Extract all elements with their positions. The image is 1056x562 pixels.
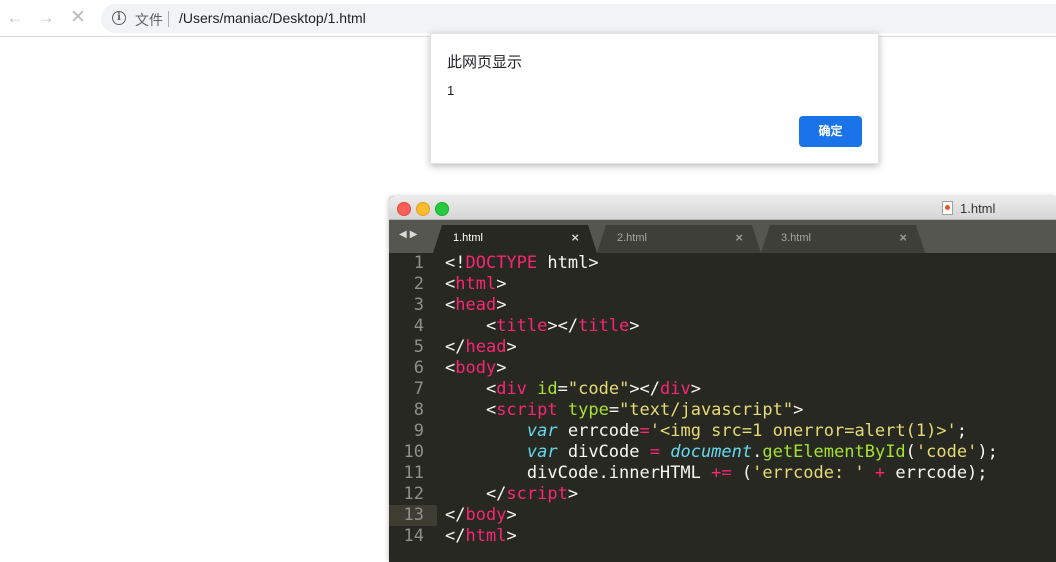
minimize-window-button[interactable] xyxy=(416,202,430,216)
close-icon[interactable]: × xyxy=(899,230,907,245)
tab-2-html[interactable]: 2.html × xyxy=(597,225,761,253)
code-line[interactable]: 13 </body> xyxy=(389,505,1056,526)
tab-label: 1.html xyxy=(453,232,483,244)
code-text: var errcode='<img src=1 onerror=alert(1)… xyxy=(526,421,968,441)
line-number: 4 xyxy=(413,316,424,336)
close-window-button[interactable] xyxy=(397,202,411,216)
line-number: 10 xyxy=(403,442,424,462)
info-icon[interactable]: i xyxy=(112,11,126,25)
code-line[interactable]: 10 var divCode = document.getElementById… xyxy=(389,442,1056,463)
code-text: var divCode = document.getElementById('c… xyxy=(526,442,998,462)
tab-navigation-arrows-icon[interactable]: ◀▶ xyxy=(399,229,420,240)
back-arrow-icon[interactable]: ← xyxy=(4,8,26,28)
editor-window: 1.html ◀▶ 1.html × 2.html × 3.html × 1 <!… xyxy=(389,196,1056,562)
zoom-window-button[interactable] xyxy=(435,202,449,216)
code-line[interactable]: 3 <head> xyxy=(389,295,1056,316)
line-number: 1 xyxy=(413,253,424,273)
code-text: <script type="text/javascript"> xyxy=(445,400,804,420)
forward-arrow-icon[interactable]: → xyxy=(35,8,57,28)
line-number: 3 xyxy=(413,295,424,315)
browser-toolbar: ← → ✕ i 文件 /Users/maniac/Desktop/1.html xyxy=(0,0,1056,37)
code-text: <html> xyxy=(445,274,507,294)
line-number: 12 xyxy=(403,484,424,504)
line-number: 7 xyxy=(413,379,424,399)
editor-window-title: 1.html xyxy=(960,201,996,216)
code-text: </script> xyxy=(445,484,579,504)
code-editor[interactable]: 1 <!DOCTYPE html> 2 <html> 3 <head> 4 <title><… xyxy=(389,253,1056,562)
code-text: <div id="code"></div> xyxy=(445,379,701,399)
code-text: </html> xyxy=(445,526,517,546)
ok-button[interactable]: 确定 xyxy=(799,116,862,147)
tab-label: 2.html xyxy=(617,232,647,244)
editor-titlebar[interactable]: 1.html xyxy=(389,196,1056,220)
line-number: 14 xyxy=(403,526,424,546)
code-line[interactable]: 5 </head> xyxy=(389,337,1056,358)
tab-3-html[interactable]: 3.html × xyxy=(761,225,925,253)
code-line[interactable]: 2 <html> xyxy=(389,274,1056,295)
line-number: 2 xyxy=(413,274,424,294)
line-number: 11 xyxy=(403,463,424,483)
code-line[interactable]: 11 divCode.innerHTML += ('errcode: ' + e… xyxy=(389,463,1056,484)
code-line[interactable]: 1 <!DOCTYPE html> xyxy=(389,253,1056,274)
tab-1-html[interactable]: 1.html × xyxy=(433,225,597,253)
code-line[interactable]: 4 <title></title> xyxy=(389,316,1056,337)
code-text: <!DOCTYPE html> xyxy=(445,253,599,273)
code-text: </head> xyxy=(445,337,517,357)
code-line[interactable]: 14 </html> xyxy=(389,526,1056,547)
code-text: divCode.innerHTML += ('errcode: ' + errc… xyxy=(445,463,988,483)
code-line[interactable]: 7 <div id="code"></div> xyxy=(389,379,1056,400)
code-text: <title></title> xyxy=(445,316,640,336)
code-line[interactable]: 9 var errcode='<img src=1 onerror=alert(… xyxy=(389,421,1056,442)
code-line[interactable]: 8 <script type="text/javascript"> xyxy=(389,400,1056,421)
address-bar[interactable]: i 文件 /Users/maniac/Desktop/1.html xyxy=(101,4,1056,33)
close-icon[interactable]: × xyxy=(571,230,579,245)
address-separator xyxy=(168,11,169,27)
tab-label: 3.html xyxy=(781,232,811,244)
line-number: 8 xyxy=(413,400,424,420)
tab-bar: ◀▶ 1.html × 2.html × 3.html × xyxy=(389,220,1056,253)
alert-message: 1 xyxy=(447,83,455,98)
stop-icon[interactable]: ✕ xyxy=(67,8,89,28)
code-line[interactable]: 12 </script> xyxy=(389,484,1056,505)
line-number: 13 xyxy=(389,505,437,526)
alert-dialog: 此网页显示 1 确定 xyxy=(430,33,879,164)
line-number: 6 xyxy=(413,358,424,378)
code-text: </body> xyxy=(445,505,517,525)
line-number: 9 xyxy=(413,421,424,441)
code-text: <body> xyxy=(445,358,507,378)
scheme-label: 文件 xyxy=(135,12,163,28)
url-text[interactable]: /Users/maniac/Desktop/1.html xyxy=(179,10,366,26)
close-icon[interactable]: × xyxy=(735,230,743,245)
code-line[interactable]: 6 <body> xyxy=(389,358,1056,379)
html-file-icon xyxy=(942,201,953,215)
alert-title: 此网页显示 xyxy=(447,54,523,71)
code-text: <head> xyxy=(445,295,507,315)
line-number: 5 xyxy=(413,337,424,357)
